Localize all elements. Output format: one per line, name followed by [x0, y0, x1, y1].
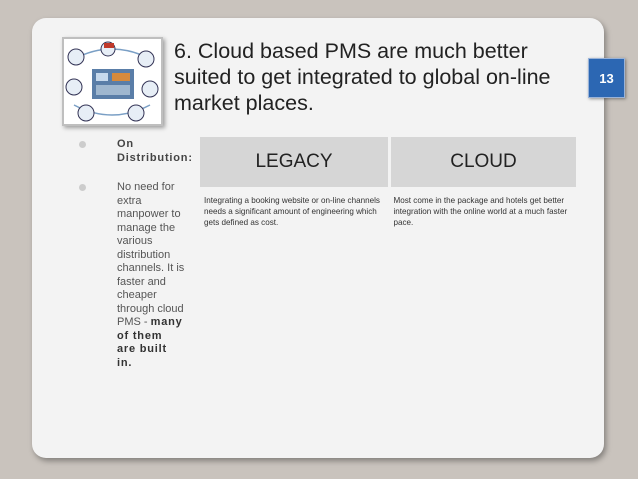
network-diagram-icon — [64, 39, 161, 124]
bullet-dot-icon — [79, 184, 86, 191]
cell-legacy: Integrating a booking website or on-line… — [204, 196, 380, 227]
header-legacy: LEGACY — [200, 137, 391, 187]
bullet-list: On Distribution: No need for extra manpo… — [75, 138, 192, 370]
table-row: Integrating a booking website or on-line… — [200, 187, 576, 228]
slide-number: 13 — [599, 70, 614, 86]
bullet-text: No need for extra manpower to manage the… — [117, 181, 185, 328]
bullet-item: On Distribution: — [75, 138, 192, 165]
bullet-dot-icon — [79, 141, 86, 148]
bullet-label: On Distribution: — [117, 138, 193, 164]
integration-diagram-image — [62, 37, 163, 126]
bullet-item: No need for extra manpower to manage the… — [75, 181, 185, 370]
slide-title: 6. Cloud based PMS are much better suite… — [174, 39, 551, 115]
cell-cloud: Most come in the package and hotels get … — [393, 196, 568, 227]
slide-number-badge: 13 — [588, 58, 625, 98]
header-cloud: CLOUD — [389, 137, 576, 187]
table-header-row: LEGACY CLOUD — [200, 137, 576, 187]
comparison-table: LEGACY CLOUD Integrating a booking websi… — [200, 137, 576, 228]
